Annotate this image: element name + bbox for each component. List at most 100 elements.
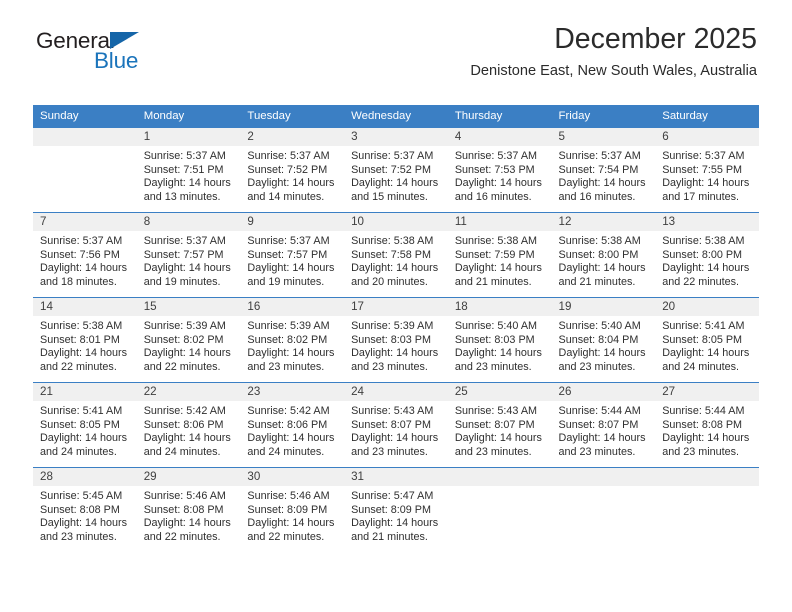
daylight-text-line2: and 13 minutes. [143,190,221,203]
sunset-text: Sunset: 7:56 PM [40,248,120,261]
daylight-text-line1: Daylight: 14 hours [662,177,750,190]
day-number: 2 [240,128,345,146]
calendar-day-cell[interactable]: 18 Sunrise: 5:40 AM Sunset: 8:03 PM Dayligh… [447,297,552,383]
calendar-day-cell[interactable]: 12 Sunrise: 5:38 AM Sunset: 8:00 PM Dayligh… [551,212,656,298]
calendar-day-cell[interactable]: 21 Sunrise: 5:41 AM Sunset: 8:05 PM Dayligh… [33,382,137,468]
daylight-text-line1: Daylight: 14 hours [40,432,128,445]
calendar-day-cell[interactable]: 10 Sunrise: 5:38 AM Sunset: 7:58 PM Dayligh… [344,212,448,298]
sunset-text: Sunset: 8:03 PM [351,333,431,346]
sunrise-text: Sunrise: 5:38 AM [662,235,745,247]
calendar-day-cell[interactable]: 8 Sunrise: 5:37 AM Sunset: 7:57 PM Daylight… [136,212,241,298]
calendar-day-cell[interactable]: 13 Sunrise: 5:38 AM Sunset: 8:00 PM Dayligh… [655,212,759,298]
day-details: Sunrise: 5:40 AM Sunset: 8:03 PM Daylight:… [448,316,552,374]
calendar-day-cell[interactable]: 2 Sunrise: 5:37 AM Sunset: 7:52 PM Daylight… [240,127,345,213]
calendar-day-cell[interactable]: 26 Sunrise: 5:44 AM Sunset: 8:07 PM Dayligh… [551,382,656,468]
daylight-text-line1: Daylight: 14 hours [662,432,750,445]
day-details: Sunrise: 5:38 AM Sunset: 8:00 PM Daylight:… [552,231,656,289]
day-number: 26 [551,383,656,401]
day-details: Sunrise: 5:42 AM Sunset: 8:06 PM Daylight:… [137,401,241,459]
weekday-header-wednesday: Wednesday [344,105,448,128]
sunset-text: Sunset: 8:08 PM [143,503,224,516]
calendar-day-cell[interactable]: 20 Sunrise: 5:41 AM Sunset: 8:05 PM Dayligh… [655,297,759,383]
calendar-day-cell[interactable]: 6 Sunrise: 5:37 AM Sunset: 7:55 PM Daylight… [655,127,759,213]
day-number: 19 [551,298,656,316]
calendar-day-cell[interactable]: 1 Sunrise: 5:37 AM Sunset: 7:51 PM Daylight… [136,127,241,213]
day-details: Sunrise: 5:41 AM Sunset: 8:05 PM Daylight:… [33,401,137,459]
day-number: 17 [344,298,448,316]
daylight-text-line2: and 21 minutes. [558,275,636,288]
day-number [551,468,656,486]
day-details: Sunrise: 5:39 AM Sunset: 8:03 PM Daylight:… [344,316,448,374]
daylight-text-line1: Daylight: 14 hours [351,347,439,360]
calendar-day-cell[interactable]: 24 Sunrise: 5:43 AM Sunset: 8:07 PM Dayligh… [344,382,448,468]
daylight-text-line1: Daylight: 14 hours [558,262,646,275]
calendar-day-cell[interactable]: 14 Sunrise: 5:38 AM Sunset: 8:01 PM Dayligh… [33,297,137,383]
calendar-empty-cell [447,467,552,552]
daylight-text-line2: and 21 minutes. [351,530,428,543]
calendar-day-cell[interactable]: 28 Sunrise: 5:45 AM Sunset: 8:08 PM Dayligh… [33,467,137,552]
daylight-text-line2: and 23 minutes. [558,445,636,458]
daylight-text-line2: and 23 minutes. [351,445,428,458]
sunrise-text: Sunrise: 5:45 AM [40,490,123,502]
daylight-text-line1: Daylight: 14 hours [143,517,231,530]
daylight-text-line2: and 16 minutes. [454,190,532,203]
logo-text-blue: Blue [94,48,139,73]
calendar-day-cell[interactable]: 27 Sunrise: 5:44 AM Sunset: 8:08 PM Dayligh… [655,382,759,468]
calendar-day-cell[interactable]: 31 Sunrise: 5:47 AM Sunset: 8:09 PM Dayligh… [344,467,448,552]
calendar-day-cell[interactable]: 9 Sunrise: 5:37 AM Sunset: 7:57 PM Daylight… [240,212,345,298]
day-number: 29 [136,468,241,486]
day-details: Sunrise: 5:39 AM Sunset: 8:02 PM Daylight:… [137,316,241,374]
daylight-text-line2: and 23 minutes. [247,360,325,373]
calendar-day-cell[interactable]: 30 Sunrise: 5:46 AM Sunset: 8:09 PM Dayligh… [240,467,345,552]
day-number: 8 [136,213,241,231]
day-number: 6 [655,128,759,146]
calendar-day-cell[interactable]: 17 Sunrise: 5:39 AM Sunset: 8:03 PM Dayligh… [344,297,448,383]
calendar-day-cell[interactable]: 7 Sunrise: 5:37 AM Sunset: 7:56 PM Daylight… [33,212,137,298]
sunset-text: Sunset: 8:00 PM [558,248,639,261]
calendar-day-cell[interactable]: 15 Sunrise: 5:39 AM Sunset: 8:02 PM Dayligh… [136,297,241,383]
sunrise-text: Sunrise: 5:44 AM [662,405,745,417]
daylight-text-line1: Daylight: 14 hours [558,432,646,445]
daylight-text-line2: and 23 minutes. [662,445,740,458]
daylight-text-line1: Daylight: 14 hours [351,177,439,190]
daylight-text-line2: and 23 minutes. [454,445,532,458]
calendar-day-cell[interactable]: 29 Sunrise: 5:46 AM Sunset: 8:08 PM Dayligh… [136,467,241,552]
sunrise-text: Sunrise: 5:37 AM [662,150,745,162]
day-details: Sunrise: 5:38 AM Sunset: 8:00 PM Daylight:… [655,231,759,289]
day-details: Sunrise: 5:43 AM Sunset: 8:07 PM Daylight:… [344,401,448,459]
daylight-text-line1: Daylight: 14 hours [247,432,335,445]
calendar-day-cell[interactable]: 25 Sunrise: 5:43 AM Sunset: 8:07 PM Dayligh… [447,382,552,468]
day-number: 24 [344,383,448,401]
sunset-text: Sunset: 8:05 PM [662,333,743,346]
sunrise-text: Sunrise: 5:41 AM [662,320,745,332]
sunset-text: Sunset: 7:59 PM [454,248,535,261]
calendar-day-cell[interactable]: 19 Sunrise: 5:40 AM Sunset: 8:04 PM Dayligh… [551,297,656,383]
day-details: Sunrise: 5:37 AM Sunset: 7:53 PM Daylight:… [448,146,552,204]
calendar-day-cell[interactable]: 3 Sunrise: 5:37 AM Sunset: 7:52 PM Daylight… [344,127,448,213]
calendar-day-cell[interactable]: 4 Sunrise: 5:37 AM Sunset: 7:53 PM Daylight… [447,127,552,213]
calendar-day-cell[interactable]: 23 Sunrise: 5:42 AM Sunset: 8:06 PM Dayligh… [240,382,345,468]
daylight-text-line1: Daylight: 14 hours [662,262,750,275]
daylight-text-line2: and 19 minutes. [247,275,325,288]
calendar-day-cell[interactable]: 11 Sunrise: 5:38 AM Sunset: 7:59 PM Dayligh… [447,212,552,298]
calendar-day-cell[interactable]: 22 Sunrise: 5:42 AM Sunset: 8:06 PM Dayligh… [136,382,241,468]
daylight-text-line1: Daylight: 14 hours [351,432,439,445]
sunrise-text: Sunrise: 5:38 AM [454,235,538,247]
calendar-day-cell[interactable]: 16 Sunrise: 5:39 AM Sunset: 8:02 PM Dayligh… [240,297,345,383]
sunset-text: Sunset: 8:05 PM [40,418,120,431]
sunrise-text: Sunrise: 5:39 AM [143,320,226,332]
sunrise-text: Sunrise: 5:46 AM [247,490,330,502]
sunset-text: Sunset: 7:55 PM [662,163,743,176]
sunset-text: Sunset: 7:53 PM [454,163,535,176]
day-number: 31 [344,468,448,486]
calendar-week-row: 1 Sunrise: 5:37 AM Sunset: 7:51 PM Daylight… [33,127,759,213]
daylight-text-line2: and 22 minutes. [40,360,117,373]
weekday-header-saturday: Saturday [655,105,759,128]
day-details: Sunrise: 5:47 AM Sunset: 8:09 PM Daylight:… [344,486,448,544]
daylight-text-line1: Daylight: 14 hours [247,347,335,360]
calendar-day-cell[interactable]: 5 Sunrise: 5:37 AM Sunset: 7:54 PM Daylight… [551,127,656,213]
sunset-text: Sunset: 8:08 PM [40,503,120,516]
sunset-text: Sunset: 8:07 PM [558,418,639,431]
sunset-text: Sunset: 7:57 PM [143,248,224,261]
sunrise-text: Sunrise: 5:38 AM [40,320,123,332]
